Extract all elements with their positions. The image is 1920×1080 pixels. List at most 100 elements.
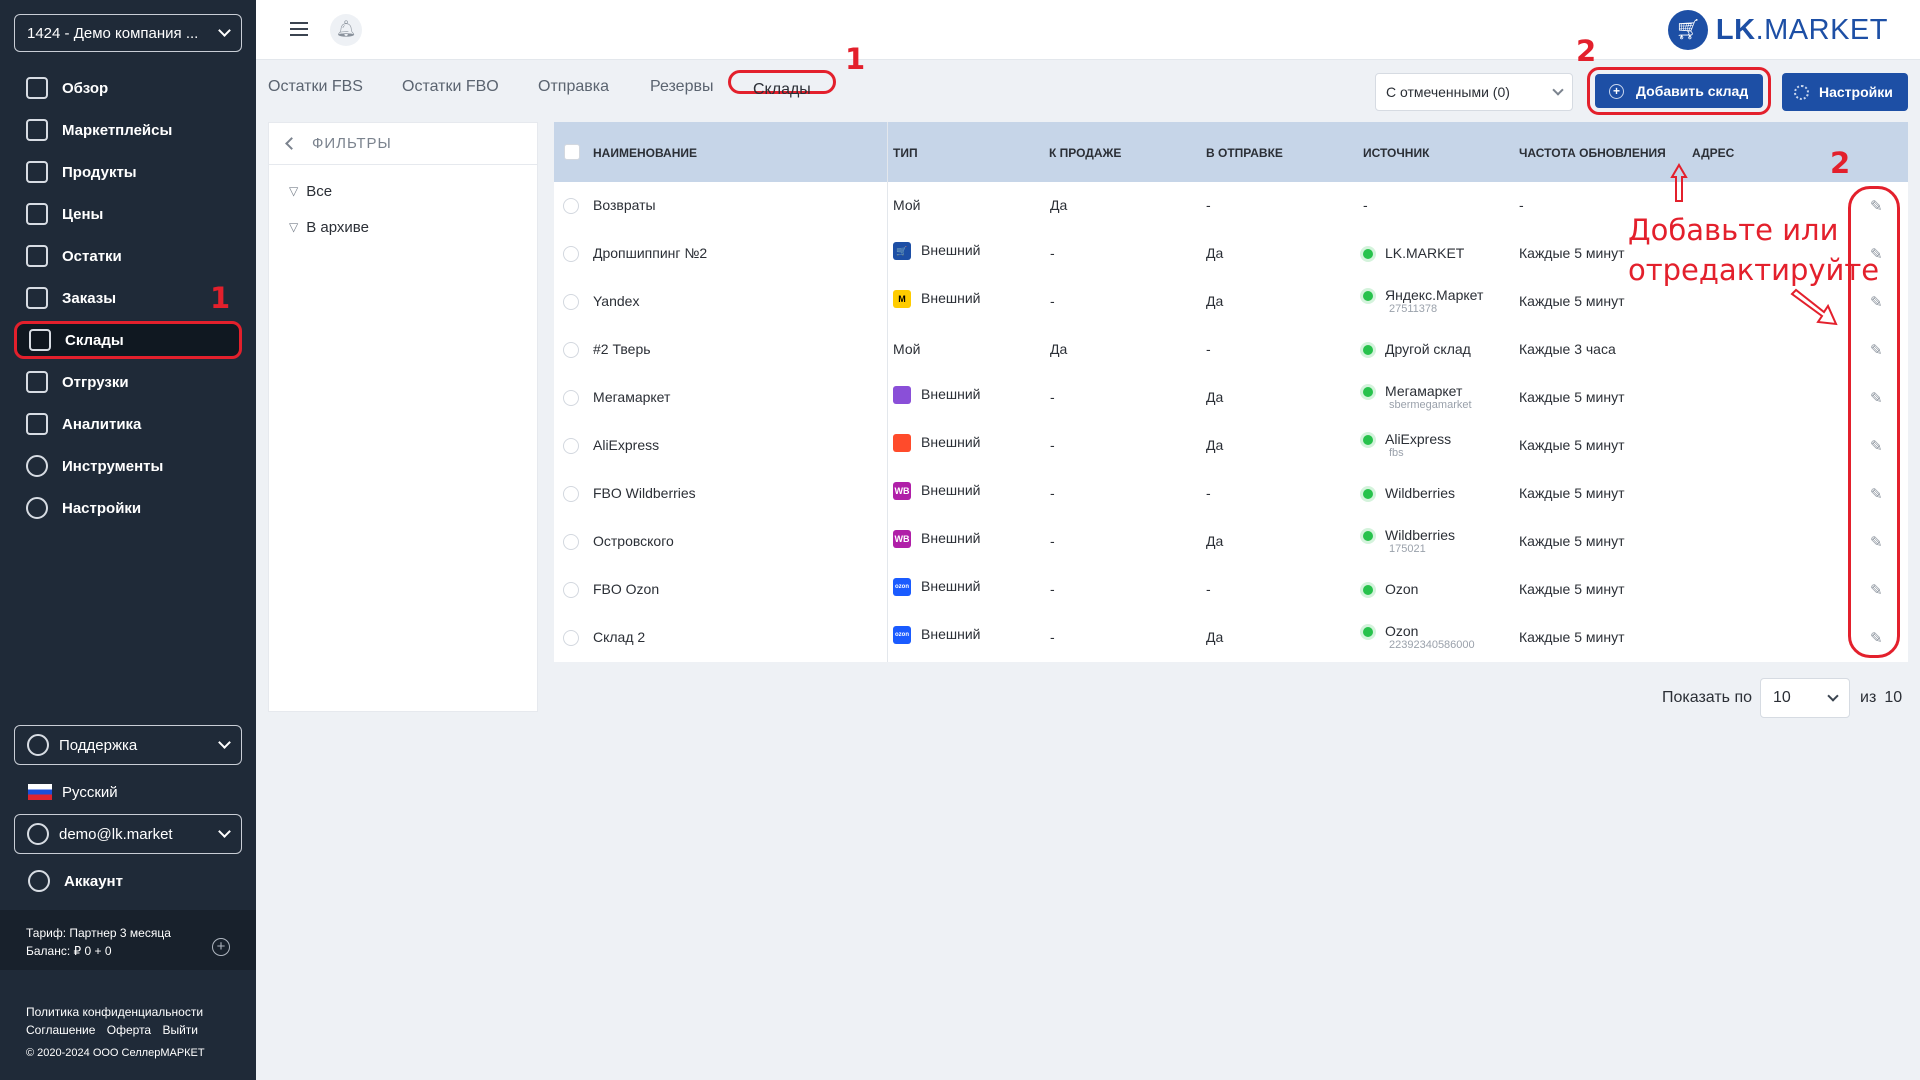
- sidebar-item-overview[interactable]: Обзор: [14, 69, 242, 107]
- sidebar-item-warehouses[interactable]: Склады: [14, 321, 242, 359]
- source-name: -: [1363, 197, 1368, 213]
- tab-stock-fbo[interactable]: Остатки FBO: [402, 78, 499, 102]
- row-checkbox[interactable]: [563, 534, 579, 550]
- warehouse-type: Внешний: [893, 434, 980, 453]
- warehouse-name[interactable]: Дропшиппинг №2: [593, 245, 707, 261]
- annotation-number-2: 2: [1830, 146, 1851, 180]
- filters-title: ФИЛЬТРЫ: [312, 135, 392, 152]
- column-name[interactable]: НАИМЕНОВАНИЕ: [593, 146, 697, 160]
- column-frequency[interactable]: ЧАСТОТА ОБНОВЛЕНИЯ: [1519, 146, 1666, 160]
- source-name: Яндекс.Маркет: [1385, 287, 1484, 303]
- filter-label: Все: [306, 182, 333, 200]
- source-name: LK.MARKET: [1385, 245, 1465, 261]
- language-selector[interactable]: Русский: [28, 780, 118, 804]
- row-checkbox[interactable]: [563, 342, 579, 358]
- column-type[interactable]: ТИП: [893, 146, 918, 160]
- table-row[interactable]: Островского WB Внешний - Да Wildberries 17…: [554, 518, 1908, 566]
- shipments-icon: [26, 371, 48, 393]
- row-checkbox[interactable]: [563, 630, 579, 646]
- chevron-left-icon[interactable]: [285, 137, 298, 150]
- sidebar-item-analytics[interactable]: Аналитика: [14, 405, 242, 443]
- logout-link[interactable]: Выйти: [162, 1023, 198, 1037]
- table-row[interactable]: Склад 2 ozon Внешний - Да Ozon 22392340586…: [554, 614, 1908, 662]
- for-sale-value: Да: [1050, 341, 1068, 357]
- warehouse-name[interactable]: #2 Тверь: [593, 341, 651, 357]
- prices-icon: [26, 203, 48, 225]
- tab-warehouses[interactable]: Склады: [728, 70, 836, 98]
- table-row[interactable]: #2 Тверь Мой Да - Другой склад Каждые 3 …: [554, 326, 1908, 374]
- warehouse-name[interactable]: FBO Ozon: [593, 581, 659, 597]
- sidebar-item-marketplaces[interactable]: Маркетплейсы: [14, 111, 242, 149]
- sidebar-item-orders[interactable]: Заказы: [14, 279, 242, 317]
- row-checkbox[interactable]: [563, 582, 579, 598]
- privacy-link[interactable]: Политика конфиденциальности: [26, 1003, 206, 1021]
- company-name: 1424 - Демо компания ...: [27, 24, 199, 42]
- sidebar-item-account[interactable]: Аккаунт: [28, 870, 123, 892]
- column-in-shipping[interactable]: В ОТПРАВКЕ: [1206, 146, 1283, 160]
- support-dropdown[interactable]: Поддержка: [14, 725, 242, 765]
- sidebar-item-products[interactable]: Продукты: [14, 153, 242, 191]
- status-dot-icon: [1363, 489, 1373, 500]
- column-address[interactable]: АДРЕС: [1692, 146, 1734, 160]
- sidebar-item-stock[interactable]: Остатки: [14, 237, 242, 275]
- warehouse-name[interactable]: Мегамаркет: [593, 389, 670, 405]
- warehouse-name[interactable]: FBO Wildberries: [593, 485, 696, 501]
- menu-icon[interactable]: [290, 22, 308, 36]
- add-warehouse-button[interactable]: + Добавить склад: [1595, 74, 1763, 108]
- sidebar-item-prices[interactable]: Цены: [14, 195, 242, 233]
- annotation-hint: Добавьте или отредактируйте: [1628, 210, 1879, 290]
- row-checkbox[interactable]: [563, 198, 579, 214]
- table-row[interactable]: FBO Ozon ozon Внешний - - Ozon Каждые 5 м…: [554, 566, 1908, 614]
- table-row[interactable]: Мегамаркет Внешний - Да Мегамаркет sberme…: [554, 374, 1908, 422]
- for-sale-value: -: [1050, 485, 1055, 501]
- tab-reserves[interactable]: Резервы: [650, 78, 713, 102]
- sidebar-item-tools[interactable]: Инструменты: [14, 447, 242, 485]
- warehouse-name[interactable]: Yandex: [593, 293, 639, 309]
- add-balance-icon[interactable]: +: [212, 938, 230, 956]
- column-source[interactable]: ИСТОЧНИК: [1363, 146, 1429, 160]
- filters-header[interactable]: ФИЛЬТРЫ: [269, 123, 537, 165]
- select-all-checkbox[interactable]: [564, 144, 580, 160]
- row-checkbox[interactable]: [563, 486, 579, 502]
- row-checkbox[interactable]: [563, 246, 579, 262]
- plus-circle-icon: +: [1609, 83, 1624, 99]
- bell-icon[interactable]: 🔔︎: [330, 14, 362, 46]
- warehouse-name[interactable]: AliExpress: [593, 437, 659, 453]
- table-row[interactable]: FBO Wildberries WB Внешний - - Wildberrie…: [554, 470, 1908, 518]
- for-sale-value: -: [1050, 389, 1055, 405]
- sidebar-item-shipments[interactable]: Отгрузки: [14, 363, 242, 401]
- for-sale-value: -: [1050, 629, 1055, 645]
- settings-button[interactable]: Настройки: [1782, 73, 1908, 111]
- warehouse-name[interactable]: Возвраты: [593, 197, 656, 213]
- warehouse-name[interactable]: Островского: [593, 533, 674, 549]
- user-dropdown[interactable]: demo@lk.market: [14, 814, 242, 854]
- in-shipping-value: Да: [1206, 437, 1224, 453]
- sidebar-item-label: Настройки: [62, 499, 142, 517]
- sidebar-item-settings[interactable]: Настройки: [14, 489, 242, 527]
- filter-archived[interactable]: ▽ В архиве: [269, 209, 537, 245]
- company-selector[interactable]: 1424 - Демо компания ...: [14, 14, 242, 52]
- per-page-label: Показать по: [1662, 689, 1753, 706]
- agreement-link[interactable]: Соглашение: [26, 1023, 95, 1037]
- bulk-action-select[interactable]: С отмеченными (0): [1375, 73, 1573, 111]
- row-checkbox[interactable]: [563, 294, 579, 310]
- offer-link[interactable]: Оферта: [107, 1023, 151, 1037]
- per-page-select[interactable]: 10: [1760, 678, 1851, 718]
- bulk-action-label: С отмеченными (0): [1386, 84, 1510, 100]
- products-icon: [26, 161, 48, 183]
- row-checkbox[interactable]: [563, 390, 579, 406]
- tab-shipping[interactable]: Отправка: [538, 78, 609, 102]
- status-dot-icon: [1363, 585, 1373, 596]
- filter-all[interactable]: ▽ Все: [269, 173, 537, 209]
- source-sub: 22392340586000: [1389, 639, 1475, 651]
- warehouse-name[interactable]: Склад 2: [593, 629, 645, 645]
- in-shipping-value: -: [1206, 581, 1211, 597]
- type-label: Внешний: [921, 386, 981, 402]
- tab-stock-fbs[interactable]: Остатки FBS: [268, 78, 363, 102]
- chevron-down-icon: [218, 736, 231, 749]
- table-row[interactable]: AliExpress Внешний - Да AliExpress fbs Ка…: [554, 422, 1908, 470]
- column-for-sale[interactable]: К ПРОДАЖЕ: [1049, 146, 1121, 160]
- row-checkbox[interactable]: [563, 438, 579, 454]
- source-name: Wildberries: [1385, 527, 1456, 543]
- settings-label: Настройки: [1819, 84, 1893, 100]
